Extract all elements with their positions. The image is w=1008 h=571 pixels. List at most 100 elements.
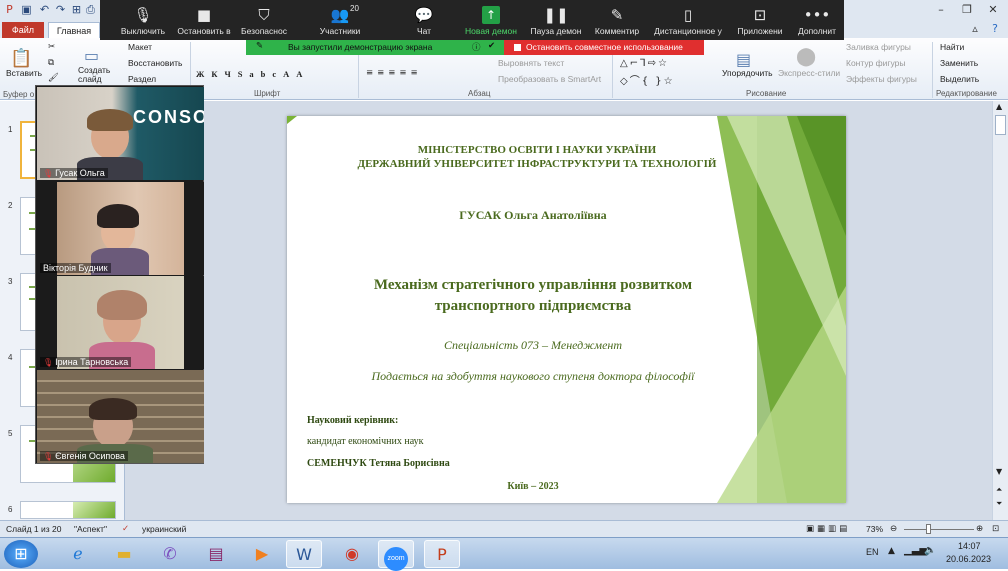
arrange-icon[interactable]: ▤ <box>736 50 751 69</box>
slide-ministry-text: МІНІСТЕРСТВО ОСВІТИ І НАУКИ УКРАЇНИ <box>417 144 657 156</box>
zoom-slider[interactable] <box>904 529 974 530</box>
slide-thumbnail[interactable] <box>20 501 116 519</box>
paste-button[interactable]: Вставить <box>6 68 42 78</box>
express-styles-button[interactable]: Экспресс-стили <box>778 68 840 78</box>
copy-icon[interactable]: ⧉ <box>48 58 54 68</box>
paragraph-align-buttons[interactable]: ≡≡≡≡≡ <box>366 68 422 78</box>
mute-button[interactable]: 🎙 Выключить <box>114 0 172 40</box>
shield-icon: ⛉ <box>258 6 270 24</box>
express-styles-icon[interactable]: ⬤ <box>796 46 816 67</box>
stop-video-button[interactable]: ■ Остановить в <box>174 0 234 40</box>
tab-file[interactable]: Файл <box>2 22 44 38</box>
video-tile[interactable]: 🎙 Євгенія Осипова <box>37 370 204 463</box>
new-slide-button[interactable]: Создать слайд <box>78 66 118 84</box>
participants-button[interactable]: 👥 20 Участники <box>312 0 368 40</box>
shape-fill-button[interactable]: Заливка фигуры <box>846 42 911 52</box>
viber-icon[interactable]: ✆ <box>152 540 188 568</box>
security-check-icon: ✔ <box>488 41 496 51</box>
shape-outline-button[interactable]: Контур фигуры <box>846 58 905 68</box>
cut-icon[interactable]: ✂ <box>48 42 55 52</box>
minimize-ribbon-icon[interactable]: ▵ <box>966 21 984 36</box>
scroll-down-icon[interactable]: ▼ <box>996 467 1002 476</box>
close-icon[interactable]: ✕ <box>984 2 1002 17</box>
replace-button[interactable]: Заменить <box>940 58 978 68</box>
media-player-icon[interactable]: ▶ <box>244 540 280 568</box>
participants-count: 20 <box>350 4 359 13</box>
slide-university-text: ДЕРЖАВНИЙ УНІВЕРСИТЕТ ІНФРАСТРУКТУРИ ТА … <box>357 158 717 170</box>
fit-slide-icon[interactable]: ⊡ <box>992 524 999 534</box>
annotate-button[interactable]: ✎ Комментир <box>592 0 642 40</box>
pen-icon: ✎ <box>610 6 624 24</box>
restore-icon[interactable]: ❐ <box>958 2 976 17</box>
view-buttons[interactable]: ▣▦▥▤ <box>806 524 850 534</box>
new-slide-icon[interactable]: ▭ <box>84 46 99 65</box>
reset-button[interactable]: Восстановить <box>128 58 182 68</box>
vertical-scrollbar[interactable]: ▲ ▼ ⏶ ⏷ <box>992 101 1008 520</box>
chrome-icon[interactable]: ◉ <box>334 540 370 568</box>
font-format-buttons[interactable]: ЖКЧSabcAA <box>196 69 309 79</box>
previous-slide-icon[interactable]: ⏶ <box>996 485 1002 495</box>
start-slideshow-icon[interactable]: ⊞ <box>70 3 83 16</box>
zoom-app-icon[interactable]: zoom <box>378 540 414 571</box>
volume-icon[interactable]: 🔈 <box>924 545 936 556</box>
clock-time[interactable]: 14:07 <box>958 541 981 551</box>
info-icon[interactable]: ⓘ <box>472 41 481 53</box>
apps-button[interactable]: ⊡ Приложени <box>734 0 786 40</box>
arrange-button[interactable]: Упорядочить <box>722 68 773 78</box>
slide-canvas[interactable]: МІНІСТЕРСТВО ОСВІТИ І НАУКИ УКРАЇНИ ДЕРЖ… <box>287 116 846 503</box>
chat-button[interactable]: 💬 Чат <box>406 0 442 40</box>
section-button[interactable]: Раздел <box>128 74 156 84</box>
video-tile[interactable]: Вікторія Будник <box>37 182 204 275</box>
pause-share-button[interactable]: ❚❚ Пауза демон <box>528 0 584 40</box>
next-slide-icon[interactable]: ⏷ <box>996 499 1002 509</box>
scroll-up-icon[interactable]: ▲ <box>996 102 1002 111</box>
spellcheck-icon[interactable]: ✓ <box>122 524 129 534</box>
more-button[interactable]: ••• Дополнит <box>792 0 842 40</box>
print-preview-icon[interactable]: ⎙ <box>84 3 97 16</box>
winrar-icon[interactable]: ▤ <box>198 540 234 568</box>
smartart-button[interactable]: Преобразовать в SmartArt <box>498 74 601 84</box>
zoom-in-icon[interactable]: ⊕ <box>976 524 983 534</box>
redo-icon[interactable]: ↷ <box>54 3 67 16</box>
zoom-level[interactable]: 73% <box>866 524 883 534</box>
tray-expand-icon[interactable]: ▲ <box>888 546 895 556</box>
microphone-icon: 🎙 <box>133 6 153 24</box>
text-align-button[interactable]: Выровнять текст <box>498 58 564 68</box>
undo-icon[interactable]: ↶ <box>38 3 51 16</box>
internet-explorer-icon[interactable]: ℯ <box>60 540 96 568</box>
language-indicator[interactable]: украинский <box>142 524 186 534</box>
ribbon-divider <box>932 42 933 98</box>
tab-home[interactable]: Главная <box>48 22 100 38</box>
video-tile[interactable]: 🎙 Ірина Тарновська <box>37 276 204 369</box>
scrollbar-thumb[interactable] <box>995 115 1006 135</box>
minimize-icon[interactable]: – <box>932 2 950 17</box>
security-button[interactable]: ⛉ Безопаснос <box>238 0 290 40</box>
shape-effects-button[interactable]: Эффекты фигуры <box>846 74 917 84</box>
input-language[interactable]: EN <box>866 547 879 557</box>
stop-share-button[interactable]: Остановить совместное использование <box>504 40 704 55</box>
zoom-slider-thumb[interactable] <box>926 524 931 534</box>
help-icon[interactable]: ? <box>986 21 1004 36</box>
format-painter-icon[interactable]: 🖌 <box>48 73 59 83</box>
save-icon[interactable]: ▣ <box>20 3 33 16</box>
start-button[interactable]: ⊞ <box>4 540 38 568</box>
find-button[interactable]: Найти <box>940 42 964 52</box>
remote-control-button[interactable]: ▯ Дистанционное у <box>650 0 726 40</box>
video-tile[interactable]: CONSO 🎙 Гусак Ольга <box>37 87 204 180</box>
layout-button[interactable]: Макет <box>128 42 152 52</box>
zoom-meeting-toolbar: 🎙 Выключить ■ Остановить в ⛉ Безопаснос … <box>100 0 844 40</box>
zoom-out-icon[interactable]: ⊖ <box>890 524 897 534</box>
shapes-gallery-icon[interactable]: △⌐⅂⇨☆ <box>620 58 669 69</box>
thumbnail-number: 4 <box>8 353 13 362</box>
chat-icon: 💬 <box>414 6 434 24</box>
word-icon[interactable]: W <box>286 540 322 568</box>
participant-name-label: 🎙 Гусак Ольга <box>40 168 108 178</box>
select-button[interactable]: Выделить <box>940 74 979 84</box>
powerpoint-icon[interactable]: P <box>424 540 460 568</box>
clock-date[interactable]: 20.06.2023 <box>946 554 991 564</box>
shapes-gallery-row2-icon[interactable]: ◇⌒{ }☆ <box>620 72 675 87</box>
slide-author-text: ГУСАК Ольга Анатоліївна <box>459 208 607 222</box>
file-explorer-icon[interactable]: ▬ <box>106 540 142 568</box>
new-share-button[interactable]: ↑ Новая демон <box>462 0 520 40</box>
paste-icon[interactable]: 📋 <box>10 48 32 69</box>
